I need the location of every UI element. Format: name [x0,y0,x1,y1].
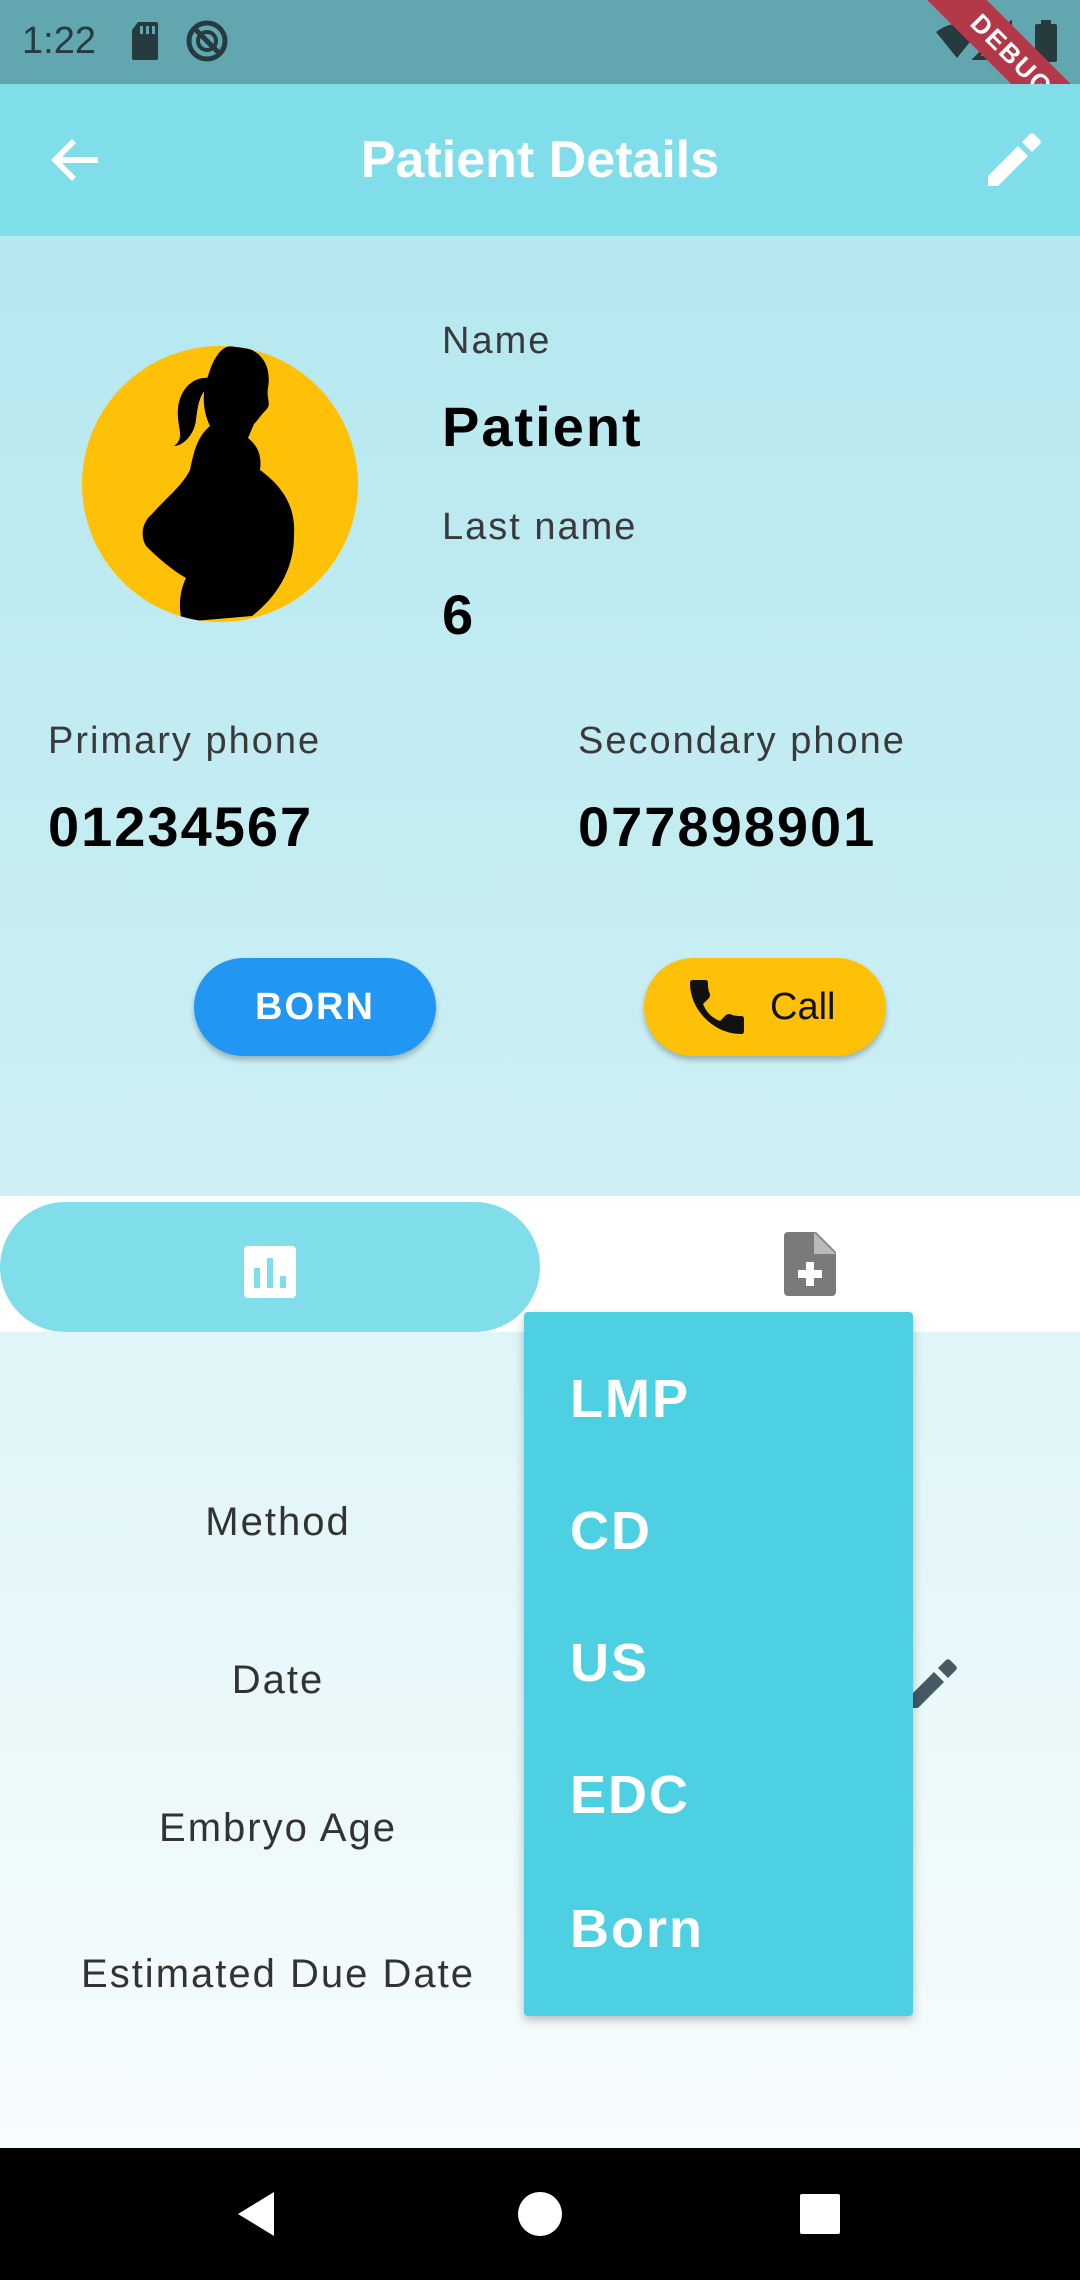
sd-card-icon [132,22,158,60]
nav-recents-icon[interactable] [792,2186,848,2242]
pencil-icon[interactable] [982,128,1046,192]
primary-phone-label: Primary phone [48,720,322,762]
secondary-phone-label: Secondary phone [578,720,906,762]
system-nav-bar [0,2148,1080,2280]
dropdown-option-born[interactable]: Born [570,1898,704,1960]
nav-home-icon[interactable] [512,2186,568,2242]
pregnant-woman-silhouette-icon [142,346,295,622]
secondary-phone-value: 077898901 [578,795,877,858]
status-time: 1:22 [22,20,96,62]
nav-back-icon[interactable] [232,2186,288,2242]
name-label: Name [442,320,552,362]
last-name-label: Last name [442,506,638,548]
page-title: Patient Details [360,131,720,189]
do-not-disturb-icon [186,20,228,62]
tab-chart[interactable] [0,1202,540,1332]
avatar [82,346,358,622]
last-name-value: 6 [442,583,476,646]
method-label: Method [205,1500,351,1544]
date-label: Date [231,1658,325,1702]
primary-phone-value: 01234567 [48,795,314,858]
dropdown-option-edc[interactable]: EDC [570,1764,690,1826]
dropdown-option-cd[interactable]: CD [570,1500,652,1562]
name-value: Patient [442,395,643,458]
edd-label: Estimated Due Date [81,1952,475,1996]
embryo-age-label: Embryo Age [159,1806,397,1850]
method-dropdown-menu: LMP CD US EDC Born [524,1312,913,2016]
app-bar: Patient Details [0,84,1080,236]
add-document-icon [784,1232,836,1296]
dropdown-option-lmp[interactable]: LMP [570,1368,690,1430]
bar-chart-icon [244,1246,296,1298]
phone-icon [690,980,744,1034]
patient-header: Name Patient Last name 6 Primary phone 0… [0,236,1080,1196]
born-button[interactable]: BORN [194,958,436,1056]
call-button[interactable]: Call [644,958,886,1056]
dropdown-option-us[interactable]: US [570,1632,649,1694]
status-bar: 1:22 DEBUG [0,0,1080,160]
call-label: Call [770,986,836,1028]
